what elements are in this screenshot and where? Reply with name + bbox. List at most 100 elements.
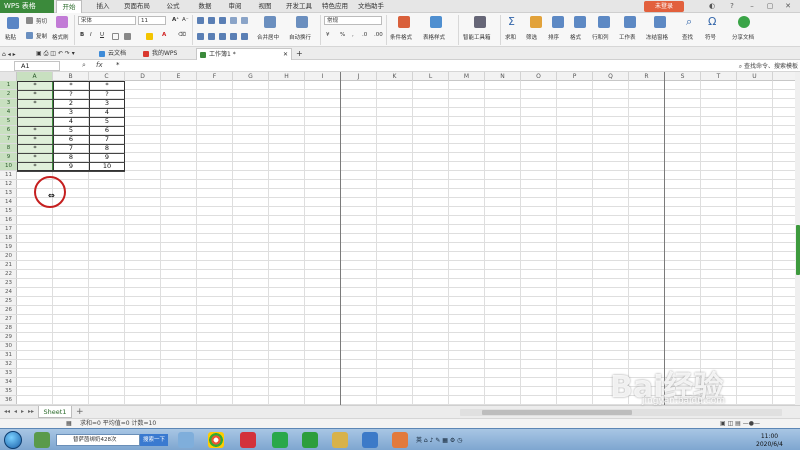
format-painter-button[interactable]: 格式刷 xyxy=(52,33,69,41)
worksheet-button[interactable]: 工作表 xyxy=(619,33,636,41)
table-cell[interactable]: * xyxy=(53,81,89,90)
align-top-icon[interactable] xyxy=(197,17,204,24)
align-right-icon[interactable] xyxy=(219,33,226,40)
tab-page-layout[interactable]: 页面布局 xyxy=(120,0,154,13)
zoom-lens-icon[interactable]: ⌕ xyxy=(82,61,86,70)
table-cell[interactable]: * xyxy=(17,99,53,108)
tab-review[interactable]: 审阅 xyxy=(222,0,248,13)
column-header-o[interactable]: O xyxy=(521,72,557,81)
format-button[interactable]: 格式 xyxy=(570,33,581,41)
row-header-23[interactable]: 23 xyxy=(0,279,17,288)
column-header-p[interactable]: P xyxy=(557,72,593,81)
tab-doc-assistant[interactable]: 文档助手 xyxy=(354,0,388,13)
run-icon[interactable] xyxy=(178,432,194,448)
tab-data[interactable]: 数据 xyxy=(192,0,218,13)
system-tray[interactable]: 英 ⌂ ♪ ✎ ▦ ⚙ ◷ xyxy=(416,435,462,444)
table-cell[interactable]: * xyxy=(17,144,53,153)
align-left-icon[interactable] xyxy=(197,33,204,40)
freeze-button[interactable]: 冻结窗格 xyxy=(646,33,668,41)
wechat-icon[interactable] xyxy=(272,432,288,448)
tab-features[interactable]: 特色应用 xyxy=(318,0,352,13)
row-header-14[interactable]: 14 xyxy=(0,198,17,207)
taskbar-search-button[interactable]: 搜索一下 xyxy=(140,434,168,446)
row-header-8[interactable]: 8 xyxy=(0,144,17,153)
table-cell[interactable]: * xyxy=(17,81,53,90)
row-header-15[interactable]: 15 xyxy=(0,207,17,216)
column-header-d[interactable]: D xyxy=(125,72,161,81)
sum-icon[interactable]: Σ xyxy=(508,15,515,28)
search-command-input[interactable]: ⌕ 查找命令、搜索模板 xyxy=(739,61,798,71)
file-explorer-icon[interactable] xyxy=(332,432,348,448)
row-header-7[interactable]: 7 xyxy=(0,135,17,144)
row-header-27[interactable]: 27 xyxy=(0,315,17,324)
freeze-icon[interactable] xyxy=(654,16,666,28)
row-header-16[interactable]: 16 xyxy=(0,216,17,225)
font-name-select[interactable]: 宋体 xyxy=(78,16,136,25)
row-header-36[interactable]: 36 xyxy=(0,396,17,405)
doc-tab-cloud[interactable]: 云文档 xyxy=(96,48,138,60)
thousands-icon[interactable]: , xyxy=(352,32,354,38)
increase-decimal-icon[interactable]: .0 xyxy=(362,32,367,38)
table-cell[interactable]: * xyxy=(17,153,53,162)
column-header-g[interactable]: G xyxy=(233,72,269,81)
format-icon[interactable] xyxy=(574,16,586,28)
column-header-k[interactable]: K xyxy=(377,72,413,81)
doc-tab-workbook[interactable]: 工作簿1 * ✕ xyxy=(196,48,292,60)
sheet-tab-sheet1[interactable]: Sheet1 xyxy=(38,406,72,418)
row-header-33[interactable]: 33 xyxy=(0,369,17,378)
table-cell[interactable]: * xyxy=(17,90,53,99)
bold-icon[interactable]: B xyxy=(80,32,84,38)
table-cell[interactable]: * xyxy=(89,81,125,90)
table-cell[interactable] xyxy=(17,117,53,126)
tab-start[interactable]: 开始 xyxy=(56,0,82,13)
distribute-icon[interactable] xyxy=(241,33,248,40)
cut-button[interactable]: 剪切 xyxy=(36,17,47,25)
app-menu-button[interactable]: WPS 表格 xyxy=(0,0,54,13)
table-cell[interactable]: 10 xyxy=(89,162,125,171)
row-header-32[interactable]: 32 xyxy=(0,360,17,369)
worksheet-icon[interactable] xyxy=(624,16,636,28)
row-header-13[interactable]: 13 xyxy=(0,189,17,198)
table-cell[interactable]: 5 xyxy=(53,126,89,135)
paste-button[interactable]: 粘贴 xyxy=(5,33,16,41)
spreadsheet-grid[interactable]: ABCDEFGHIJKLMNOPQRSTU 1 2 3 4 5 6 7 8 9 10 11 12 13 1… xyxy=(0,72,795,405)
justify-icon[interactable] xyxy=(230,33,237,40)
select-all-corner[interactable] xyxy=(0,72,17,81)
row-header-3[interactable]: 3 xyxy=(0,99,17,108)
cell-area[interactable] xyxy=(17,81,795,405)
start-button[interactable] xyxy=(4,431,22,449)
tab-view[interactable]: 视图 xyxy=(252,0,278,13)
wps-writer-icon[interactable] xyxy=(362,432,378,448)
table-cell[interactable]: 3 xyxy=(89,99,125,108)
column-header-j[interactable]: J xyxy=(341,72,377,81)
row-col-icon[interactable] xyxy=(598,16,610,28)
find-icon[interactable]: ⌕ xyxy=(686,15,692,29)
table-cell[interactable]: 6 xyxy=(89,126,125,135)
column-header-a[interactable]: A xyxy=(17,72,53,81)
decrease-decimal-icon[interactable]: .00 xyxy=(374,32,383,38)
outdent-icon[interactable] xyxy=(241,17,248,24)
row-header-31[interactable]: 31 xyxy=(0,351,17,360)
underline-icon[interactable]: U xyxy=(100,32,104,38)
fill-color-icon[interactable] xyxy=(146,33,153,40)
row-header-30[interactable]: 30 xyxy=(0,342,17,351)
row-header-20[interactable]: 20 xyxy=(0,252,17,261)
column-header-l[interactable]: L xyxy=(413,72,449,81)
formula-input[interactable]: * xyxy=(116,61,120,69)
skin-icon[interactable]: ◐ xyxy=(706,1,718,12)
auto-wrap-button[interactable]: 自动换行 xyxy=(289,33,311,41)
table-cell[interactable]: 5 xyxy=(89,117,125,126)
login-button[interactable]: 未登录 xyxy=(644,1,684,12)
row-header-6[interactable]: 6 xyxy=(0,126,17,135)
table-cell[interactable]: ? xyxy=(89,90,125,99)
column-header-e[interactable]: E xyxy=(161,72,197,81)
sheet-nav-prev-icon[interactable]: ◂ xyxy=(14,408,17,415)
font-color-icon[interactable]: A xyxy=(162,32,166,38)
close-icon[interactable]: ✕ xyxy=(782,1,794,12)
share-button[interactable]: 分享文档 xyxy=(732,33,754,41)
sort-button[interactable]: 排序 xyxy=(548,33,559,41)
align-middle-icon[interactable] xyxy=(208,17,215,24)
help-icon[interactable]: ? xyxy=(726,1,738,12)
row-header-25[interactable]: 25 xyxy=(0,297,17,306)
align-bottom-icon[interactable] xyxy=(219,17,226,24)
